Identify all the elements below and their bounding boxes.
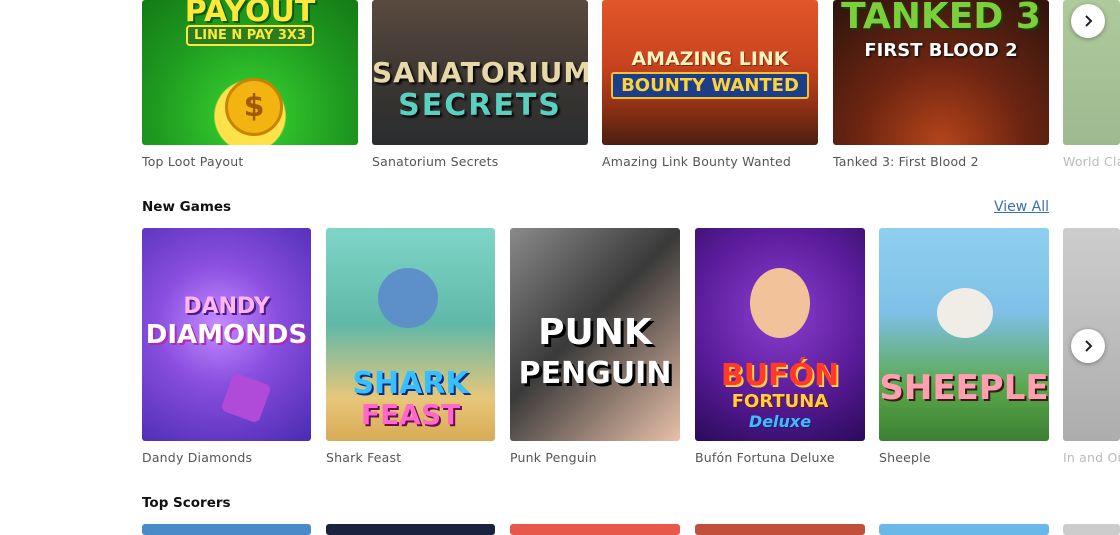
game-caption: Bufón Fortuna Deluxe	[695, 450, 835, 465]
game-tile[interactable]	[510, 524, 680, 535]
game-art-subtitle: DIAMONDS	[145, 320, 308, 350]
game-art-title: SHARK	[352, 366, 469, 401]
chevron-right-icon	[1085, 340, 1093, 352]
game-tile[interactable]: TANKED 3 FIRST BLOOD 2	[833, 0, 1049, 145]
game-tile[interactable]	[326, 524, 495, 535]
carousel-next-button[interactable]	[1071, 329, 1105, 363]
chevron-right-icon	[1085, 15, 1093, 27]
shark-icon	[378, 268, 438, 328]
game-caption: Top Loot Payout	[142, 154, 244, 169]
game-tile[interactable]	[142, 524, 311, 535]
game-art-subtitle: FORTUNA	[731, 391, 829, 412]
game-caption: World Cla	[1063, 154, 1120, 169]
top-scorers-row	[0, 524, 1120, 535]
game-art-title: SANATORIUM	[372, 56, 588, 89]
game-caption: Tanked 3: First Blood 2	[833, 154, 979, 169]
game-art-badge: Deluxe	[748, 412, 812, 431]
game-caption: Sheeple	[879, 450, 931, 465]
game-tile[interactable]: DANDY DIAMONDS	[142, 228, 311, 441]
game-caption: Shark Feast	[326, 450, 402, 465]
game-art-title: TANKED 3	[841, 0, 1041, 37]
section-title-new-games: New Games	[142, 199, 232, 215]
game-tile[interactable]: PUNK PENGUIN	[510, 228, 680, 441]
game-caption: Dandy Diamonds	[142, 450, 253, 465]
game-art-subtitle: LINE N PAY 3X3	[185, 25, 315, 46]
coin-icon: $	[225, 78, 283, 136]
game-art-title: AMAZING LINK	[631, 48, 789, 70]
game-tile[interactable]: BUFÓN FORTUNA Deluxe	[695, 228, 865, 441]
game-tile[interactable]	[1063, 524, 1120, 535]
sheep-icon	[937, 288, 993, 338]
game-tile[interactable]: SANATORIUM SECRETS	[372, 0, 588, 145]
game-art-subtitle: PENGUIN	[518, 356, 672, 391]
game-tile[interactable]: SHEEPLE	[879, 228, 1049, 441]
game-caption: Amazing Link Bounty Wanted	[602, 154, 792, 169]
game-tile[interactable]: SHARK FEAST	[326, 228, 495, 441]
section-title-top-scorers: Top Scorers	[142, 495, 231, 511]
game-art-subtitle: FEAST	[360, 398, 461, 431]
game-caption: Punk Penguin	[510, 450, 597, 465]
game-tile[interactable]: PAYOUT LINE N PAY 3X3 $	[142, 0, 358, 145]
carousel-next-button[interactable]	[1071, 4, 1105, 38]
top-games-row: PAYOUT LINE N PAY 3X3 $ Top Loot Payout …	[0, 0, 1120, 175]
game-art-subtitle: SECRETS	[398, 88, 562, 123]
game-art-subtitle: BOUNTY WANTED	[611, 72, 809, 99]
view-all-link[interactable]: View All	[994, 199, 1049, 215]
game-tile[interactable]: AMAZING LINK BOUNTY WANTED	[602, 0, 818, 145]
new-games-row: DANDY DIAMONDS Dandy Diamonds SHARK FEAS…	[0, 228, 1120, 468]
game-art-title: SHEEPLE	[879, 368, 1049, 408]
jester-face-icon	[750, 268, 810, 338]
game-caption: In and Ou	[1063, 450, 1120, 465]
game-caption: Sanatorium Secrets	[372, 154, 499, 169]
game-art-title: DANDY	[183, 294, 270, 319]
game-tile[interactable]	[879, 524, 1049, 535]
game-art-subtitle: FIRST BLOOD 2	[864, 40, 1018, 61]
game-tile[interactable]	[695, 524, 865, 535]
game-art-title: BUFÓN	[720, 358, 840, 393]
game-art-title: PUNK	[538, 312, 652, 353]
dice-icon	[220, 372, 272, 424]
